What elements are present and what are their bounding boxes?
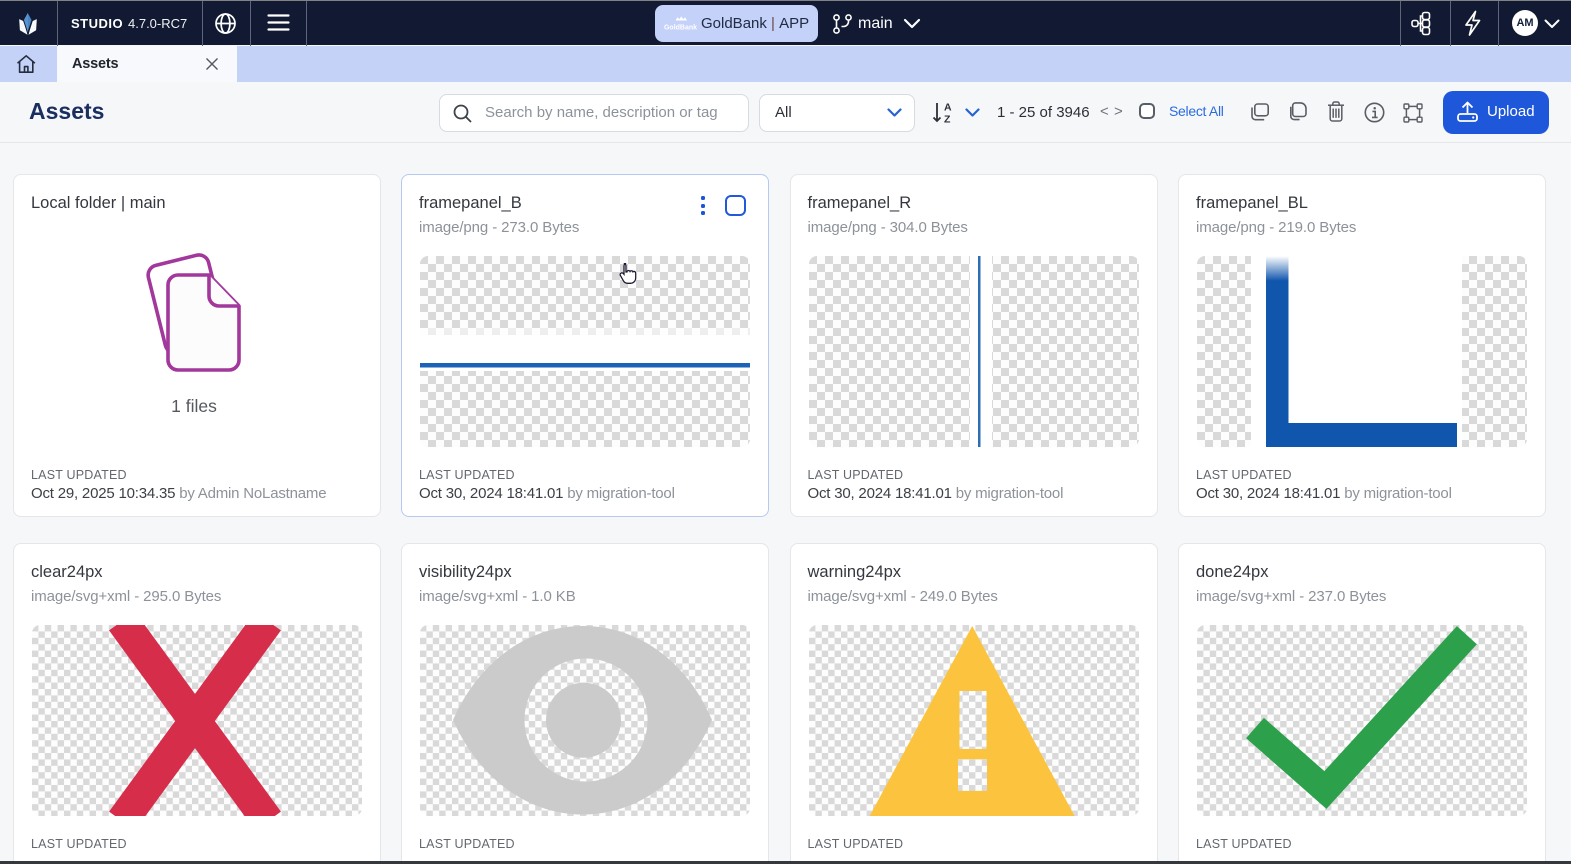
svg-text:GoldBank: GoldBank (664, 25, 697, 32)
svg-text:A: A (944, 102, 952, 114)
svg-text:Z: Z (944, 114, 951, 126)
